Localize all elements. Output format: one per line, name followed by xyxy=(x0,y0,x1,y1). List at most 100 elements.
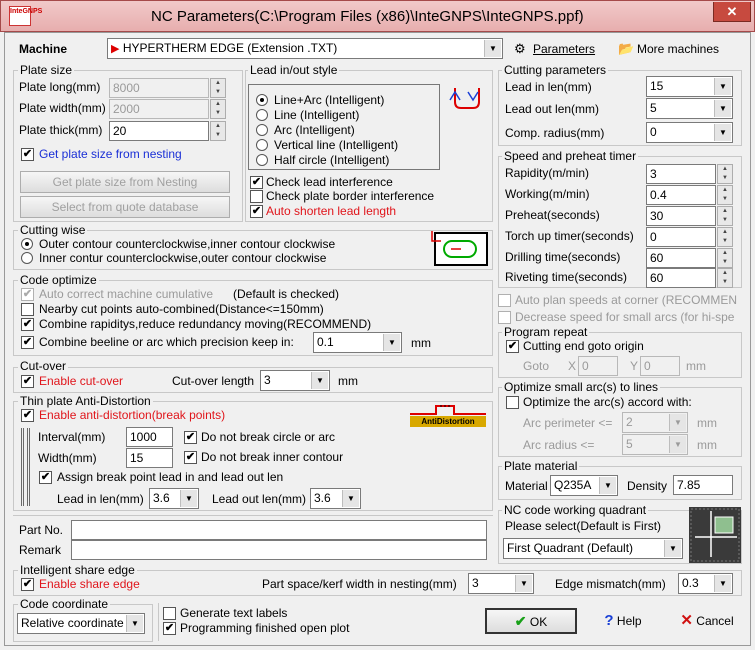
width-input[interactable]: 15 xyxy=(126,448,173,468)
get-plate-size-button[interactable]: Get plate size from Nesting xyxy=(20,171,230,193)
help-button[interactable]: ? Help xyxy=(584,610,662,634)
enable-cut-over-checkbox[interactable]: ✔ xyxy=(21,375,34,388)
interval-label: Interval(mm) xyxy=(38,430,106,444)
cancel-button[interactable]: ✕ Cancel xyxy=(667,610,747,634)
cancel-label: Cancel xyxy=(696,614,734,628)
plate-thick-spinner[interactable]: ▲ ▼ xyxy=(210,121,226,141)
quadrant-select[interactable]: First Quadrant (Default) ▼ xyxy=(503,538,683,559)
more-machines-button[interactable]: 📂 More machines xyxy=(618,40,748,58)
enable-share-edge-checkbox[interactable]: ✔ xyxy=(21,578,34,591)
no-break-circle-checkbox[interactable]: ✔ xyxy=(184,431,197,444)
combine-beeline-checkbox[interactable]: ✔ xyxy=(21,336,34,349)
plate-long-spinner[interactable]: ▲ ▼ xyxy=(210,78,226,98)
auto-correct-checkbox[interactable]: ✔ xyxy=(21,288,34,301)
preheat-spinner[interactable]: ▲ ▼ xyxy=(717,206,733,226)
remark-label: Remark xyxy=(19,543,62,557)
lead-option-5-radio[interactable] xyxy=(256,154,268,166)
get-from-nesting-checkbox[interactable]: ✔ xyxy=(21,148,34,161)
plate-width-label: Plate width(mm) xyxy=(19,101,106,115)
drilling-spinner[interactable]: ▲ ▼ xyxy=(717,248,733,268)
rapidity-spinner[interactable]: ▲ ▼ xyxy=(717,164,733,184)
group-rail-inner xyxy=(27,428,30,506)
arc-perimeter-select[interactable]: 2 ▼ xyxy=(622,412,688,433)
cutting-wise-option-1-label: Outer contour counterclockwise,inner con… xyxy=(39,237,336,251)
auto-plan-checkbox[interactable] xyxy=(498,294,511,307)
lead-option-5-label: Half circle (Intelligent) xyxy=(274,153,390,167)
riveting-spinner[interactable]: ▲ ▼ xyxy=(717,268,733,288)
cutting-end-goto-checkbox[interactable]: ✔ xyxy=(506,340,519,353)
edge-mismatch-label: Edge mismatch(mm) xyxy=(555,577,666,591)
lead-in-select[interactable]: 15 ▼ xyxy=(646,76,733,97)
break-lead-in-select[interactable]: 3.6 ▼ xyxy=(149,488,199,509)
lead-option-2-radio[interactable] xyxy=(256,109,268,121)
machine-value: HYPERTHERM EDGE (Extension .TXT) xyxy=(122,41,338,55)
open-plot-checkbox[interactable]: ✔ xyxy=(163,622,176,635)
goto-x-input[interactable]: 0 xyxy=(578,356,618,376)
auto-shorten-label: Auto shorten lead length xyxy=(266,204,397,218)
nearby-combine-checkbox[interactable] xyxy=(21,303,34,316)
combine-rapid-checkbox[interactable]: ✔ xyxy=(21,318,34,331)
check-border-interference-checkbox[interactable] xyxy=(250,190,263,203)
please-select-label: Please select(Default is First) xyxy=(505,519,662,533)
material-select[interactable]: Q235A ▼ xyxy=(550,475,618,496)
comp-radius-label: Comp. radius(mm) xyxy=(505,126,605,140)
plate-width-spinner[interactable]: ▲ ▼ xyxy=(210,99,226,119)
goto-y-input[interactable]: 0 xyxy=(640,356,680,376)
drilling-label: Drilling time(seconds) xyxy=(505,250,621,264)
cutting-wise-option-2-label: Inner contur counterclockwise,outer cont… xyxy=(39,251,327,265)
edge-mismatch-select[interactable]: 0.3 ▼ xyxy=(678,573,733,594)
default-checked-note: (Default is checked) xyxy=(233,287,340,301)
enable-anti-distortion-checkbox[interactable]: ✔ xyxy=(21,409,34,422)
goto-unit: mm xyxy=(686,359,706,373)
cutting-wise-option-1-radio[interactable] xyxy=(21,238,33,250)
title-bar: InteGNPS NC Parameters(C:\Program Files … xyxy=(0,0,755,32)
optimize-arcs-checkbox[interactable] xyxy=(506,396,519,409)
code-coordinate-select[interactable]: Relative coordinate ▼ xyxy=(17,613,145,634)
drilling-input[interactable]: 60 xyxy=(646,248,716,268)
cutting-wise-option-2-radio[interactable] xyxy=(21,252,33,264)
lead-style-preview-icon xyxy=(449,88,480,109)
lead-option-1-radio[interactable] xyxy=(256,94,268,106)
riveting-label: Riveting time(seconds) xyxy=(505,270,628,284)
plate-long-input[interactable]: 8000 xyxy=(109,78,209,98)
no-break-inner-checkbox[interactable]: ✔ xyxy=(184,451,197,464)
precision-select[interactable]: 0.1 ▼ xyxy=(313,332,402,353)
riveting-input[interactable]: 60 xyxy=(646,268,716,288)
working-spinner[interactable]: ▲ ▼ xyxy=(717,185,733,205)
preheat-input[interactable]: 30 xyxy=(646,206,716,226)
share-edge-legend: Intelligent share edge xyxy=(18,563,137,577)
remark-input[interactable] xyxy=(71,540,487,560)
check-lead-interference-checkbox[interactable]: ✔ xyxy=(250,176,263,189)
assign-break-checkbox[interactable]: ✔ xyxy=(39,471,52,484)
working-input[interactable]: 0.4 xyxy=(646,185,716,205)
close-window-button[interactable]: ✕ xyxy=(713,2,751,22)
generate-labels-checkbox[interactable] xyxy=(163,607,176,620)
rapidity-input[interactable]: 3 xyxy=(646,164,716,184)
auto-shorten-checkbox[interactable]: ✔ xyxy=(250,205,263,218)
checkmark-icon: ✔ xyxy=(514,613,527,629)
density-input[interactable]: 7.85 xyxy=(673,475,733,495)
decrease-speed-checkbox[interactable] xyxy=(498,311,511,324)
plate-width-input[interactable]: 2000 xyxy=(109,99,209,119)
part-space-select[interactable]: 3 ▼ xyxy=(468,573,534,594)
nc-quadrant-legend: NC code working quadrant xyxy=(502,503,649,517)
break-lead-out-select[interactable]: 3.6 ▼ xyxy=(310,488,361,509)
torch-up-input[interactable]: 0 xyxy=(646,227,716,247)
lead-option-4-radio[interactable] xyxy=(256,139,268,151)
lead-option-3-radio[interactable] xyxy=(256,124,268,136)
cut-over-length-select[interactable]: 3 ▼ xyxy=(260,370,330,391)
lead-out-select[interactable]: 5 ▼ xyxy=(646,98,733,119)
part-no-input[interactable] xyxy=(71,520,487,540)
arc-radius-label: Arc radius <= xyxy=(523,438,595,452)
ok-button[interactable]: ✔ OK xyxy=(485,608,577,634)
parameters-button[interactable]: ⚙ Parameters xyxy=(514,40,614,58)
auto-correct-label: Auto correct machine cumulative xyxy=(39,287,214,301)
torch-up-spinner[interactable]: ▲ ▼ xyxy=(717,227,733,247)
interval-input[interactable]: 1000 xyxy=(126,427,173,447)
comp-radius-select[interactable]: 0 ▼ xyxy=(646,122,733,143)
select-quote-database-button[interactable]: Select from quote database xyxy=(20,196,230,218)
arc-radius-select[interactable]: 5 ▼ xyxy=(622,434,688,455)
rapidity-label: Rapidity(m/min) xyxy=(505,166,590,180)
machine-select[interactable]: ▶ HYPERTHERM EDGE (Extension .TXT) ▼ xyxy=(107,38,503,59)
plate-thick-input[interactable]: 20 xyxy=(109,121,209,141)
